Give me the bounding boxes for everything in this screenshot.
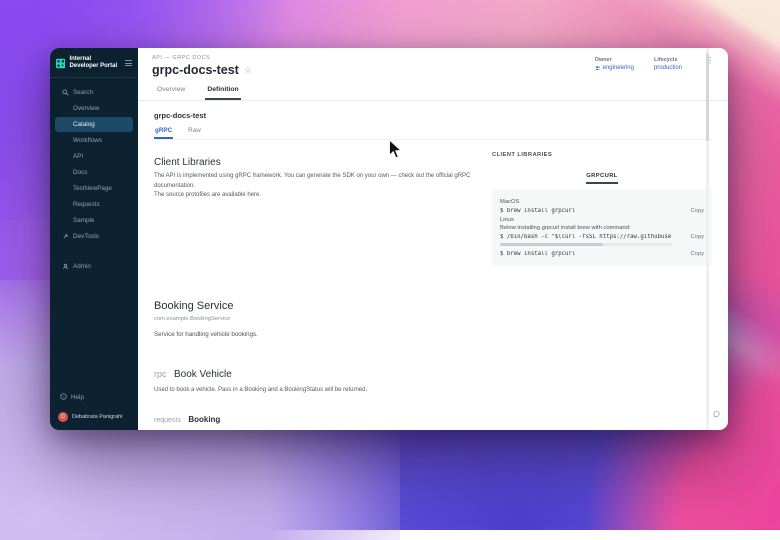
- definition-tabs: gRPC Raw: [154, 127, 712, 140]
- sidebar-item-label: Catalog: [73, 121, 95, 128]
- mouse-cursor: [388, 139, 403, 165]
- entity-header: API — GRPC DOCS grpc-docs-test ☆ Owner e…: [138, 48, 728, 101]
- sidebar-item-label: Sample: [73, 217, 94, 224]
- copy-button[interactable]: Copy: [690, 251, 704, 257]
- sidebar-item-label: Overview: [73, 105, 99, 112]
- client-libraries-description: The API is implemented using gRPC framew…: [154, 172, 479, 201]
- wrench-icon: [61, 233, 69, 240]
- sidebar-footer: ? Help D Debabrata Panigrahi: [50, 385, 138, 430]
- request-kind-label: requests: [154, 417, 181, 424]
- tab-definition[interactable]: Definition: [205, 86, 240, 100]
- rpc-kind-label: rpc: [154, 369, 167, 379]
- feedback-icon[interactable]: [712, 406, 721, 424]
- help-label: Help: [71, 394, 84, 401]
- lifecycle-link[interactable]: production: [654, 65, 682, 71]
- service-fqn: com.example.BookingService: [154, 316, 712, 322]
- client-libraries-panel: CLIENT LIBRARIES GRPCURL MacOS $ brew in…: [492, 152, 712, 266]
- sidebar-item-catalog[interactable]: Catalog: [55, 117, 133, 132]
- sidebar-item-label: TestNewPage: [73, 185, 112, 192]
- macos-install-code: $ brew install grpcurl: [500, 208, 575, 214]
- copy-button[interactable]: Copy: [690, 208, 704, 214]
- install-instructions-panel: MacOS $ brew install grpcurl Copy Linux …: [492, 189, 712, 266]
- client-libraries-intro: Client Libraries The API is implemented …: [154, 157, 479, 201]
- sidebar-item-label: Admin: [73, 263, 91, 270]
- page-title: grpc-docs-test: [152, 63, 239, 77]
- request-name: Booking: [188, 415, 220, 424]
- entity-tabs: Overview Definition: [152, 86, 714, 100]
- service-description: Service for handling vehicle bookings.: [154, 331, 712, 338]
- lifecycle-stat: Lifecycle production: [654, 57, 682, 71]
- owner-label: Owner: [595, 57, 634, 63]
- sidebar-item-label: Search: [73, 89, 93, 96]
- sidebar-item-label: Docs: [73, 169, 87, 176]
- sidebar-collapse-icon[interactable]: [125, 60, 132, 66]
- main-content: API — GRPC DOCS grpc-docs-test ☆ Owner e…: [138, 48, 728, 430]
- scrollbar-thumb[interactable]: [706, 53, 709, 141]
- lifecycle-label: Lifecycle: [654, 57, 682, 63]
- code-horizontal-scrollbar[interactable]: [500, 243, 672, 246]
- rpc-description: Used to book a vehicle. Pass in a Bookin…: [154, 387, 712, 393]
- sidebar-item-label: Workflows: [73, 137, 102, 144]
- sidebar-item-help[interactable]: ? Help: [56, 391, 132, 404]
- avatar: D: [58, 412, 68, 422]
- help-icon: ?: [60, 393, 67, 402]
- tab-raw[interactable]: Raw: [187, 127, 202, 139]
- sidebar-item-label: API: [73, 153, 83, 160]
- search-icon: [61, 89, 69, 96]
- sidebar-item-sample[interactable]: Sample: [55, 213, 133, 228]
- request-heading: requests Booking: [154, 409, 712, 427]
- owner-link[interactable]: engineering: [595, 65, 634, 71]
- portal-logo-icon: [56, 57, 65, 70]
- group-icon: [595, 65, 601, 71]
- sidebar-item-admin[interactable]: Admin: [55, 259, 133, 274]
- sidebar-spacer: [50, 274, 138, 385]
- sidebar-item-label: DevTools: [73, 233, 99, 240]
- favorite-star-icon[interactable]: ☆: [244, 66, 252, 75]
- sidebar-item-label: Requests: [73, 201, 100, 208]
- sidebar-item-docs[interactable]: Docs: [55, 165, 133, 180]
- vertical-scrollbar[interactable]: [706, 48, 709, 430]
- tab-overview[interactable]: Overview: [155, 86, 187, 100]
- sidebar-item-workflows[interactable]: Workflows: [55, 133, 133, 148]
- admin-icon: [61, 263, 69, 270]
- user-profile[interactable]: D Debabrata Panigrahi: [56, 412, 132, 422]
- user-name: Debabrata Panigrahi: [72, 414, 122, 420]
- owner-stat: Owner engineering: [595, 57, 634, 71]
- portal-logo-title: Internal Developer Portal: [69, 56, 121, 70]
- rpc-heading: rpc Book Vehicle: [154, 364, 712, 382]
- sidebar-header: Internal Developer Portal: [50, 48, 138, 78]
- client-libraries-heading: Client Libraries: [154, 157, 479, 168]
- copy-button[interactable]: Copy: [690, 234, 704, 240]
- sidebar-item-devtools[interactable]: DevTools: [55, 229, 133, 244]
- tab-grpcurl[interactable]: GRPCURL: [586, 173, 617, 184]
- linux-install-code: $ /bin/bash -c "$(curl -fsSL https://raw…: [500, 234, 672, 240]
- sidebar-item-overview[interactable]: Overview: [55, 101, 133, 116]
- sidebar: Internal Developer Portal Search Overvie…: [50, 48, 138, 430]
- app-window: Internal Developer Portal Search Overvie…: [50, 48, 728, 430]
- sidebar-nav: Search Overview Catalog Workflows API Do…: [50, 78, 138, 274]
- linux-note: Below installing grpcurl install brew wi…: [500, 225, 704, 231]
- client-libraries-panel-title: CLIENT LIBRARIES: [492, 152, 712, 158]
- rpc-name: Book Vehicle: [174, 369, 232, 380]
- linux-install-code-2: $ brew install grpcurl: [500, 251, 575, 257]
- svg-text:?: ?: [62, 395, 64, 399]
- entity-meta: Owner engineering Lifecycle production ⋮: [595, 57, 714, 71]
- sidebar-item-requests[interactable]: Requests: [55, 197, 133, 212]
- definition-panel: grpc-docs-test gRPC Raw Client Libraries…: [138, 101, 728, 430]
- sidebar-item-testnewpage[interactable]: TestNewPage: [55, 181, 133, 196]
- definition-card-title: grpc-docs-test: [154, 111, 712, 120]
- sidebar-item-api[interactable]: API: [55, 149, 133, 164]
- linux-label: Linux: [500, 217, 704, 223]
- macos-label: MacOS: [500, 199, 704, 205]
- sidebar-item-search[interactable]: Search: [55, 85, 133, 100]
- service-heading: Booking Service: [154, 300, 712, 312]
- tab-grpc[interactable]: gRPC: [154, 127, 173, 139]
